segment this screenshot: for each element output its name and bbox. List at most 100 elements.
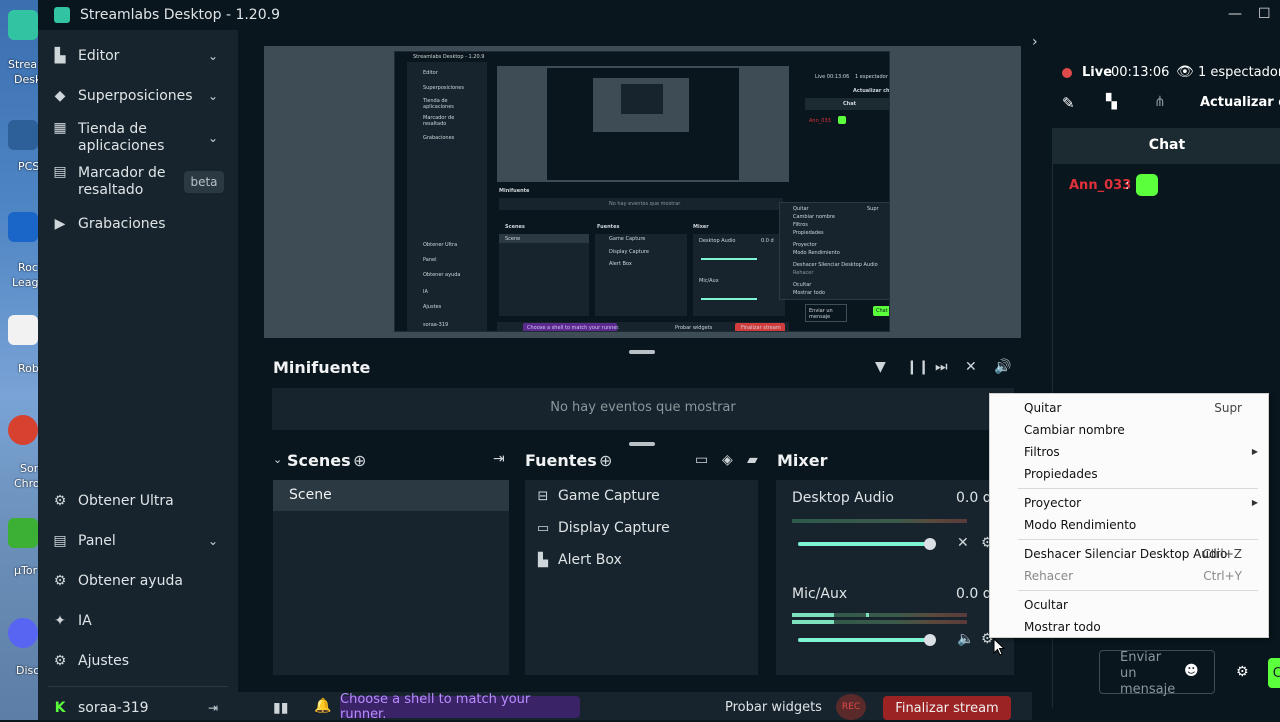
rocket-league-shortcut-icon[interactable] bbox=[8, 212, 38, 242]
nested-text: Filtros bbox=[793, 222, 808, 228]
sidebar-item-ia[interactable]: ✦ IA bbox=[38, 611, 238, 631]
chrome-shortcut-icon[interactable] bbox=[8, 415, 38, 445]
edit-icon[interactable]: ✎ bbox=[1062, 94, 1075, 112]
discord-shortcut-icon[interactable] bbox=[8, 618, 38, 648]
sidebar-item-ajustes[interactable]: ⚙ Ajustes bbox=[38, 651, 238, 671]
desktop-label: Strea bbox=[8, 58, 38, 71]
sidebar-item-tienda[interactable]: ▦ Tienda de aplicaciones ⌄ bbox=[38, 120, 238, 156]
share-icon[interactable]: ⋔ bbox=[1154, 94, 1166, 110]
nested-text: Mixer bbox=[693, 224, 709, 230]
nested-text: Grabaciones bbox=[423, 135, 455, 141]
sidebar-item-superposiciones[interactable]: ◆ Superposiciones ⌄ bbox=[38, 86, 238, 106]
ctx-item-propiedades[interactable]: Propiedades bbox=[1024, 467, 1098, 481]
desktop-background: Strea Desk PCS Roc Leag Rob Sor Chro µTo… bbox=[0, 0, 40, 720]
nested-text: Obtener ayuda bbox=[423, 272, 461, 278]
update-channel-button[interactable]: Actualizar ch bbox=[1200, 95, 1280, 110]
streamlabs-desktop-shortcut-icon[interactable] bbox=[8, 10, 38, 40]
resize-grip[interactable] bbox=[629, 442, 655, 446]
notification-banner[interactable]: Choose a shell to match your runner. bbox=[340, 692, 580, 722]
nested-text: Actualizar ch bbox=[853, 88, 890, 94]
mixer-title: Mixer bbox=[777, 451, 828, 470]
sidebar-item-label: Grabaciones bbox=[78, 215, 166, 232]
gear-icon[interactable]: ⚙ bbox=[1236, 664, 1249, 680]
nested-text: Cambiar nombre bbox=[793, 214, 835, 220]
desktop-label: Chro bbox=[14, 477, 40, 490]
pcsx-shortcut-icon[interactable] bbox=[8, 120, 38, 150]
stream-preview: Streamlabs Desktop - 1.20.9 Editor Super… bbox=[264, 46, 1021, 338]
ctx-item-quitar[interactable]: Quitar bbox=[1024, 401, 1061, 415]
roblox-shortcut-icon[interactable] bbox=[8, 315, 38, 345]
sidebar-item-marcador[interactable]: ▤ Marcador de resaltado beta bbox=[38, 164, 238, 200]
volume-slider-knob[interactable] bbox=[924, 634, 936, 646]
filter-icon[interactable]: ▼ bbox=[875, 359, 886, 375]
scene-item[interactable]: Scene bbox=[273, 480, 509, 511]
sidebar-item-obtener-ultra[interactable]: ⚙ Obtener Ultra bbox=[38, 491, 238, 511]
sources-list: ⊟ Game Capture ▭ Display Capture ▙ Alert… bbox=[525, 480, 758, 675]
source-item[interactable]: ▙ Alert Box bbox=[535, 549, 622, 571]
fuentes-title: Fuentes bbox=[525, 451, 597, 470]
add-scene-icon[interactable]: ⊕ bbox=[353, 451, 366, 470]
ctx-item-deshacer[interactable]: Deshacer Silenciar Desktop Audio bbox=[1024, 547, 1227, 561]
resize-grip[interactable] bbox=[629, 350, 655, 354]
stream-info-icon[interactable]: ▚ bbox=[1106, 94, 1117, 110]
add-source-icon[interactable]: ⊕ bbox=[599, 451, 612, 470]
nested-text: Scene bbox=[505, 236, 521, 242]
sidebar-item-obtener-ayuda[interactable]: ⚙ Obtener ayuda bbox=[38, 571, 238, 591]
notification-bell-icon[interactable]: 🔔 bbox=[314, 698, 331, 714]
minifuente-events: No hay eventos que mostrar bbox=[272, 388, 1014, 430]
sidebar-item-label: Superposiciones bbox=[78, 87, 193, 104]
ctx-shortcut: Ctrl+Z bbox=[1202, 547, 1242, 561]
sidebar-item-editor[interactable]: ▙ Editor ⌄ bbox=[38, 46, 238, 66]
volume-slider[interactable] bbox=[798, 542, 932, 546]
speaker-icon[interactable]: 🔈 bbox=[957, 631, 974, 647]
help-icon: ⚙ bbox=[53, 573, 67, 589]
chat-separator: : bbox=[1125, 178, 1130, 193]
sidebar-item-grabaciones[interactable]: ▶ Grabaciones bbox=[38, 214, 238, 234]
source-label: Alert Box bbox=[558, 552, 622, 568]
scene-transition-icon[interactable]: ⇥ bbox=[493, 451, 505, 467]
eye-icon: 👁 bbox=[1176, 64, 1194, 80]
probar-widgets-button[interactable]: Probar widgets bbox=[725, 700, 822, 715]
finalizar-stream-button[interactable]: Finalizar stream bbox=[883, 696, 1011, 720]
volume-slider-knob[interactable] bbox=[924, 538, 936, 550]
pause-icon[interactable]: ❙❙ bbox=[906, 359, 929, 375]
sidebar-item-label: Tienda de aplicaciones bbox=[78, 121, 165, 154]
sidebar-item-panel[interactable]: ▤ Panel ⌄ bbox=[38, 531, 238, 551]
maximize-button[interactable]: ☐ bbox=[1258, 6, 1271, 22]
chevron-down-icon: ⌄ bbox=[208, 89, 219, 103]
ctx-item-ocultar[interactable]: Ocultar bbox=[1024, 598, 1068, 612]
chat-input[interactable]: Enviar un mensaje ☻ bbox=[1099, 650, 1215, 697]
audio-meter-level bbox=[792, 613, 834, 617]
chevron-down-icon[interactable]: ⌄ bbox=[273, 453, 282, 466]
nested-text: 0.0 d bbox=[761, 238, 774, 244]
desktop-label: Desk bbox=[14, 73, 40, 86]
ctx-item-mostrar-todo[interactable]: Mostrar todo bbox=[1024, 620, 1101, 634]
emoji-icon[interactable]: ☻ bbox=[1184, 663, 1199, 679]
sidebar-user[interactable]: K soraa-319 ⇥ bbox=[38, 698, 238, 718]
ctx-item-cambiar-nombre[interactable]: Cambiar nombre bbox=[1024, 423, 1125, 437]
volume-icon[interactable]: 🔊 bbox=[994, 359, 1011, 375]
chevron-right-icon[interactable]: › bbox=[1032, 34, 1038, 50]
mouse-cursor-icon bbox=[993, 638, 1005, 656]
chat-username[interactable]: Ann_033 bbox=[1069, 178, 1131, 193]
mute-notifications-icon[interactable]: ✕ bbox=[965, 359, 977, 375]
rec-button[interactable]: REC bbox=[836, 694, 866, 720]
source-item[interactable]: ▭ Display Capture bbox=[535, 517, 670, 539]
selective-recording-icon[interactable]: ▭ bbox=[695, 452, 708, 468]
ctx-item-proyector[interactable]: Proyector bbox=[1024, 496, 1081, 510]
send-chat-button[interactable]: Chat bbox=[1268, 658, 1280, 688]
utorrent-shortcut-icon[interactable] bbox=[8, 518, 38, 548]
minimize-button[interactable]: — bbox=[1228, 6, 1242, 22]
ctx-item-filtros[interactable]: Filtros bbox=[1024, 445, 1060, 459]
nested-text: Proyector bbox=[793, 242, 817, 248]
source-item[interactable]: ⊟ Game Capture bbox=[535, 485, 660, 507]
folder-icon[interactable]: ▰ bbox=[747, 452, 758, 468]
group-source-icon[interactable]: ◈ bbox=[722, 452, 733, 468]
volume-slider[interactable] bbox=[798, 638, 932, 642]
sidebar-item-label: Panel bbox=[78, 532, 116, 549]
muted-speaker-icon[interactable]: ✕ bbox=[957, 535, 969, 551]
logout-icon[interactable]: ⇥ bbox=[208, 701, 218, 715]
stats-icon[interactable]: ▮▮ bbox=[273, 700, 288, 716]
ctx-item-modo-rendimiento[interactable]: Modo Rendimiento bbox=[1024, 518, 1136, 532]
skip-icon[interactable]: ⏭ bbox=[935, 359, 948, 375]
